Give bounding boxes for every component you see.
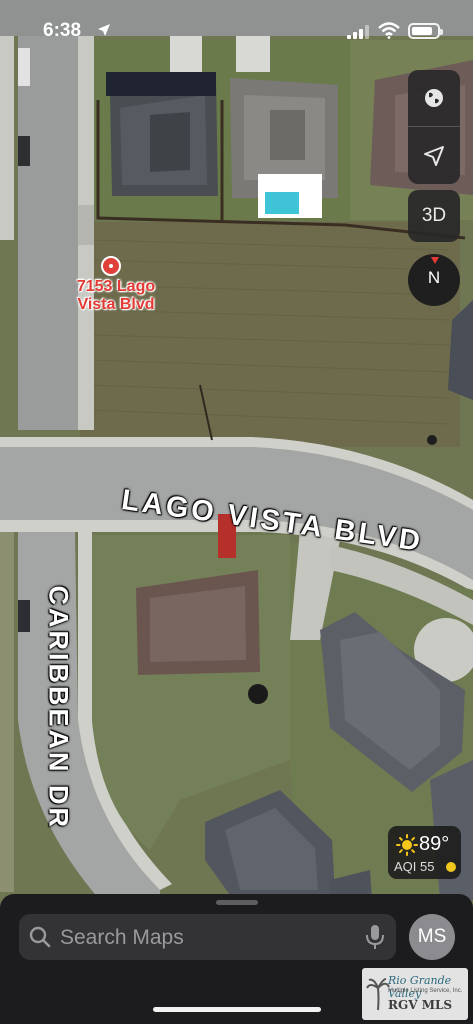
3d-view-button[interactable]: 3D [408, 190, 460, 242]
location-arrow-icon [424, 145, 444, 166]
location-pin-icon[interactable] [101, 256, 121, 276]
home-indicator[interactable] [153, 1007, 321, 1012]
watermark-line3: RGV MLS [388, 998, 453, 1012]
microphone-icon[interactable] [365, 924, 385, 950]
aqi-indicator-dot [446, 862, 456, 872]
vacant-lot [80, 222, 460, 447]
status-bar: 6:38 [0, 0, 473, 56]
current-location-button[interactable] [408, 127, 460, 184]
compass-label: N [427, 268, 441, 287]
pin-label[interactable]: 7153 Lago Vista Blvd [66, 278, 166, 314]
house-roof [110, 80, 218, 196]
sheet-grabber[interactable] [216, 900, 258, 905]
location-arrow-icon [98, 24, 110, 36]
watermark-line2: Multiple Listing Service, Inc. [388, 988, 463, 994]
palm-tree-icon [366, 978, 390, 1011]
search-bar[interactable]: Search Maps [19, 914, 396, 960]
rgv-mls-watermark: Rio Grande Valley Multiple Listing Servi… [362, 968, 468, 1020]
account-avatar[interactable]: MS [409, 914, 455, 960]
search-icon [29, 926, 51, 948]
sun-icon [396, 834, 418, 856]
pool [265, 192, 299, 214]
status-time: 6:38 [43, 20, 82, 41]
globe-icon [425, 89, 443, 107]
watermark-line1: Rio Grande Valley [388, 974, 452, 1000]
compass-north-marker [431, 257, 439, 264]
wifi-icon [378, 22, 400, 39]
road-label-caribbean-dr: CARIBBEAN DR [43, 585, 74, 831]
map-style-button[interactable] [408, 70, 460, 127]
battery-icon [408, 23, 443, 39]
weather-widget[interactable]: 89° AQI 55 [388, 826, 461, 879]
air-quality-index: AQI 55 [394, 859, 435, 874]
weather-temperature: 89° [419, 833, 450, 855]
battery-fill [412, 27, 432, 35]
house-roof [136, 570, 260, 675]
search-input[interactable]: Search Maps [60, 926, 184, 950]
map-controls [408, 70, 460, 184]
compass-button[interactable]: N [408, 254, 460, 306]
cellular-signal-icon [347, 25, 369, 39]
